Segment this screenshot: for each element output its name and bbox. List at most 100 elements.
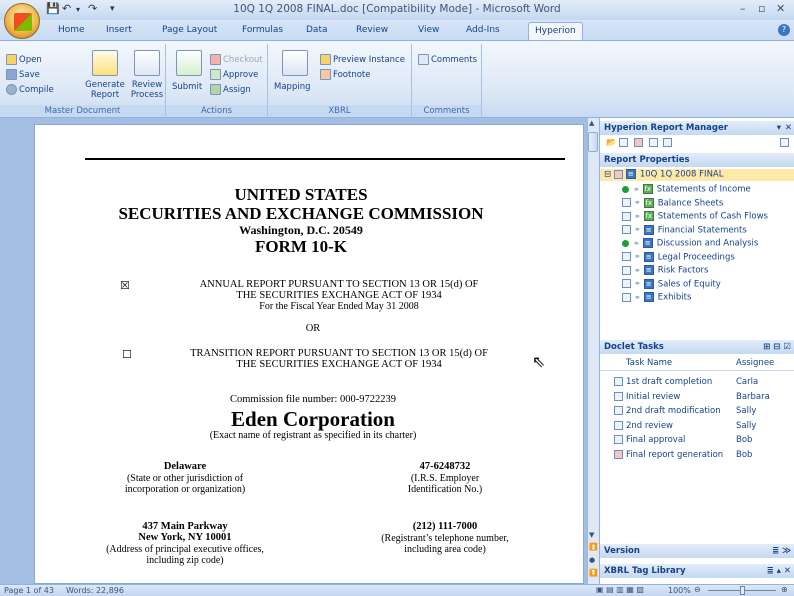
doclet-tasks-header: Doclet Tasks ⊞ ⊟ ☑ [600, 340, 794, 354]
tree-item[interactable]: ⚭ ≡ Financial Statements [622, 224, 747, 235]
tab-review[interactable]: Review [350, 22, 394, 40]
tree-item[interactable]: ⚭ fx Balance Sheets [622, 197, 723, 208]
document-page[interactable]: UNITED STATES SECURITIES AND EXCHANGE CO… [34, 124, 584, 584]
vertical-scrollbar[interactable] [587, 118, 599, 584]
state-value: Delaware [163, 461, 207, 472]
tree-item[interactable]: ⚭ ≡ Exhibits [622, 292, 691, 303]
next-page-icon[interactable]: ⏬ [589, 569, 598, 577]
status-green-icon [622, 239, 629, 247]
pane-menu-icon[interactable]: ▾ [777, 123, 781, 133]
generate-report-button[interactable]: Generate Report [82, 80, 128, 100]
link-icon: ⚭ [634, 211, 641, 221]
remove-doclet-icon[interactable] [634, 138, 643, 147]
assign-button[interactable]: Assign [210, 84, 251, 95]
mapping-button[interactable]: Mapping [274, 82, 310, 92]
tree-item[interactable]: ⚭ ≡ Sales of Equity [622, 278, 721, 289]
spreadsheet-doclet-icon: fx [642, 184, 653, 194]
doc-heading-1: UNITED STATES [234, 185, 368, 204]
browse-object-icon[interactable]: ● [589, 556, 595, 564]
open-button[interactable]: Open [6, 54, 42, 65]
zoom-slider-thumb[interactable] [740, 586, 745, 595]
address-line-2: New York, NY 10001 [138, 532, 232, 543]
help-icon[interactable]: ? [778, 24, 790, 36]
tab-view[interactable]: View [412, 22, 445, 40]
link-icon: ⚭ [634, 198, 641, 207]
review-process-button[interactable]: Review Process [126, 80, 168, 100]
task-name: 2nd review [626, 420, 674, 431]
tab-data[interactable]: Data [300, 22, 334, 40]
open-label: Open [19, 55, 42, 65]
prev-page-icon[interactable]: ⏫ [589, 543, 598, 551]
approve-button[interactable]: Approve [210, 69, 258, 80]
maximize-icon[interactable]: ▫ [758, 2, 765, 15]
xbrl-pane-controls[interactable]: ≣ ▴ ✕ [767, 566, 791, 576]
version-expand-icon[interactable]: ≣ ≫ [772, 546, 791, 556]
tree-item[interactable]: ⚭ fx Statements of Cash Flows [622, 211, 768, 222]
submit-button[interactable]: Submit [172, 82, 202, 92]
task-row[interactable]: Final approval Bob [614, 435, 794, 445]
task-complete-icon [614, 406, 623, 415]
col-assignee[interactable]: Assignee [736, 358, 774, 368]
open-folder-icon[interactable]: 📂 [606, 138, 617, 148]
tab-formulas[interactable]: Formulas [236, 22, 289, 40]
zoom-out-icon[interactable]: ⊖ [694, 585, 701, 594]
add-doclet-icon[interactable] [619, 138, 629, 147]
zoom-in-icon[interactable]: ⊕ [781, 585, 788, 594]
hyperion-report-manager-pane: Hyperion Report Manager ▾ ✕ 📂 Report Prope… [599, 118, 794, 584]
checked-in-icon [622, 279, 631, 288]
tree-item[interactable]: ⚭ ≡ Discussion and Analysis [622, 238, 758, 249]
zoom-level[interactable]: 100% [668, 586, 691, 595]
task-header-divider [600, 370, 794, 371]
comments-button[interactable]: Comments [418, 54, 477, 65]
scroll-up-icon[interactable]: ▲ [589, 119, 594, 127]
col-task-name[interactable]: Task Name [626, 358, 672, 368]
scrollbar-thumb[interactable] [588, 132, 598, 152]
company-name: Eden Corporation [231, 407, 395, 431]
tree-item-label: Legal Proceedings [657, 252, 735, 262]
view-buttons[interactable]: ▣ ▤ ▥ ▦ ▧ [596, 585, 644, 594]
task-name: 1st draft completion [626, 377, 713, 387]
link-icon: ⚭ [633, 184, 640, 194]
checkout-button[interactable]: Checkout [210, 54, 263, 65]
office-logo-icon [14, 13, 32, 31]
phone-value: (212) 111-7000 [412, 521, 478, 532]
page-count[interactable]: Page 1 of 43 [4, 586, 54, 595]
tab-hyperion[interactable]: Hyperion [528, 22, 583, 40]
tree-item[interactable]: ⚭ ≡ Legal Proceedings [622, 251, 735, 262]
word-doclet-icon: ≡ [643, 292, 654, 302]
close-icon[interactable]: ✕ [776, 2, 785, 15]
doc-heading-2: SECURITIES AND EXCHANGE COMMISSION [118, 204, 484, 223]
office-button[interactable] [4, 3, 40, 39]
checked-in-icon [622, 252, 631, 261]
save-button[interactable]: Save [6, 69, 40, 80]
task-row[interactable]: 2nd review Sally [614, 420, 794, 431]
minimize-icon[interactable]: – [740, 2, 746, 15]
task-toolbar-icons[interactable]: ⊞ ⊟ ☑ [763, 342, 791, 352]
mapping-icon [282, 50, 308, 76]
gear-icon [6, 84, 17, 95]
tree-item[interactable]: ⚭ ≡ Risk Factors [622, 265, 708, 276]
preview-instance-button[interactable]: Preview Instance [320, 54, 405, 65]
task-row[interactable]: Final report generation Bob [614, 449, 794, 460]
properties-icon[interactable] [780, 138, 789, 147]
scroll-down-icon[interactable]: ▼ [589, 531, 594, 539]
collapse-icon[interactable]: ⊟ [604, 170, 611, 180]
task-row[interactable]: Initial review Barbara [614, 391, 794, 402]
checkin-doclet-icon[interactable] [663, 138, 673, 147]
or-text: OR [305, 323, 321, 334]
tab-home[interactable]: Home [52, 22, 91, 40]
folder-icon [6, 54, 17, 65]
tab-page-layout[interactable]: Page Layout [156, 22, 223, 40]
save-doc-icon [6, 69, 17, 80]
tree-item[interactable]: ⚭ fx Statements of Income [622, 184, 751, 195]
footnote-button[interactable]: Footnote [320, 69, 370, 80]
checkout-doclet-icon[interactable] [648, 138, 658, 147]
tab-insert[interactable]: Insert [100, 22, 138, 40]
pane-close-icon[interactable]: ✕ [785, 123, 792, 133]
compile-button[interactable]: Compile [6, 84, 54, 95]
tab-add-ins[interactable]: Add-Ins [460, 22, 506, 40]
word-count[interactable]: Words: 22,896 [66, 586, 124, 595]
tree-root[interactable]: ⊟ ≡ 10Q 1Q 2008 FINAL [600, 169, 794, 181]
task-row[interactable]: 1st draft completion Carla [614, 377, 794, 387]
task-row[interactable]: 2nd draft modification Sally [614, 406, 794, 416]
